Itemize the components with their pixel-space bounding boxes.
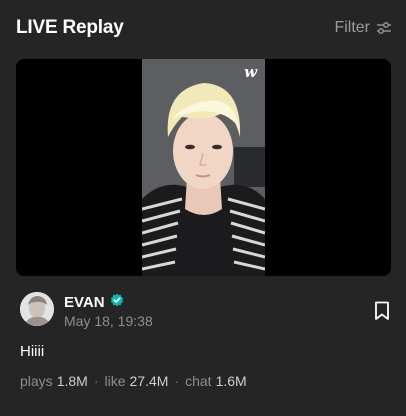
bookmark-button[interactable]: [374, 301, 390, 326]
separator-dot: ·: [174, 373, 180, 389]
plays-count: 1.8M: [56, 373, 88, 389]
plays-label: plays: [20, 373, 53, 389]
like-label: like: [104, 373, 126, 389]
person-thumbnail-image: [142, 59, 265, 276]
like-count: 27.4M: [129, 373, 169, 389]
post-author-row: EVAN May 18, 19:38: [16, 292, 390, 332]
author-name-line: EVAN: [64, 293, 124, 312]
filter-button[interactable]: Filter: [334, 19, 392, 37]
bookmark-icon: [374, 301, 390, 325]
post-caption: Hiiii: [20, 343, 45, 360]
separator-dot: ·: [93, 373, 99, 389]
chat-label: chat: [185, 373, 212, 389]
chat-count: 1.6M: [215, 373, 247, 389]
post-date: May 18, 19:38: [64, 313, 153, 329]
author-name[interactable]: EVAN: [64, 294, 105, 311]
video-thumbnail[interactable]: w: [142, 59, 265, 276]
page-header: LIVE Replay Filter: [0, 0, 406, 56]
post-stats: plays 1.8M · like 27.4M · chat 1.6M: [20, 373, 247, 389]
page-title: LIVE Replay: [16, 17, 124, 38]
filter-label: Filter: [334, 19, 370, 36]
weverse-logo-icon: w: [244, 63, 257, 81]
video-player[interactable]: w: [16, 59, 391, 276]
avatar[interactable]: [20, 292, 54, 326]
avatar-image: [20, 292, 54, 326]
verified-badge-icon: [110, 293, 124, 312]
sliders-icon: [376, 21, 392, 35]
